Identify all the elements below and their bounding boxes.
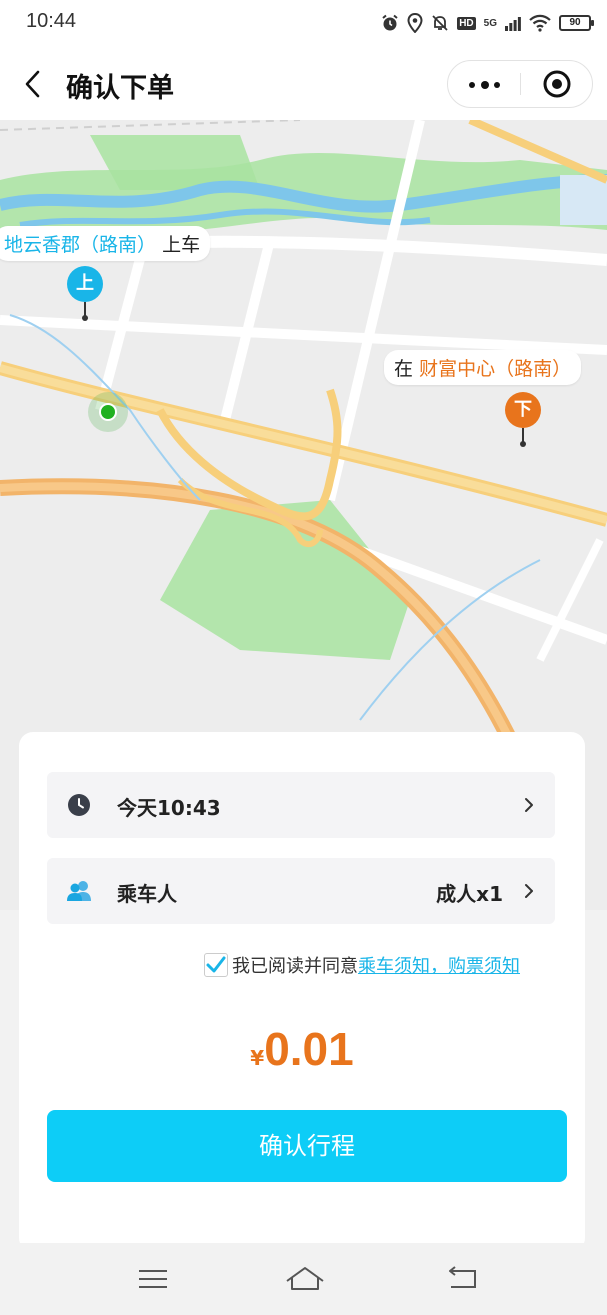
- menu-button[interactable]: [135, 1263, 171, 1295]
- price-symbol: ¥: [250, 1046, 265, 1070]
- drop-label: 在 财富中心（路南）: [384, 350, 582, 385]
- battery-icon: 90: [559, 15, 594, 31]
- nav-bar: 确认下单: [0, 48, 607, 120]
- system-nav-bar: [0, 1243, 607, 1315]
- return-icon: [449, 1266, 476, 1288]
- price: ¥0.01: [19, 1022, 585, 1076]
- more-dots-icon: [469, 82, 475, 88]
- status-icons: HD 5G 90: [381, 10, 594, 36]
- mute-icon: [432, 15, 448, 31]
- agreement: 我已阅读并同意 乘车须知，购票须知: [204, 952, 520, 978]
- terms-link[interactable]: 乘车须知，购票须知: [358, 952, 520, 978]
- mini-program-capsule: [447, 60, 593, 108]
- order-card: 今天10:43 乘车人 成人x1 我已阅读并同意 乘车须知，购票须知 ¥0.01…: [19, 732, 585, 1252]
- hd-icon: HD: [457, 16, 476, 30]
- more-dots-icon: [494, 82, 500, 88]
- passenger-row[interactable]: 乘车人 成人x1: [47, 858, 555, 924]
- current-location-dot: [99, 403, 117, 421]
- page-title: 确认下单: [66, 73, 174, 104]
- chevron-right-icon: [525, 798, 533, 812]
- wifi-icon: [529, 14, 551, 32]
- pickup-label: 地云香郡（路南） 上车: [0, 226, 211, 261]
- chevron-left-icon: [25, 70, 40, 98]
- drop-prefix: 在: [394, 358, 414, 380]
- pickup-pin[interactable]: 上: [67, 266, 103, 302]
- home-button[interactable]: [285, 1263, 324, 1295]
- back-button[interactable]: [20, 68, 48, 100]
- chevron-right-icon: [525, 884, 533, 898]
- home-icon: [286, 1267, 324, 1290]
- menu-icon: [139, 1270, 167, 1288]
- status-time: 10:44: [26, 10, 77, 32]
- more-dots-icon: [481, 81, 489, 89]
- departure-time-row[interactable]: 今天10:43: [47, 772, 555, 838]
- current-location-marker: [88, 392, 128, 432]
- drop-pin[interactable]: 下: [505, 392, 541, 428]
- target-close-icon: [543, 70, 571, 98]
- departure-time: 今天10:43: [117, 796, 221, 820]
- more-button[interactable]: [448, 61, 520, 107]
- price-amount: 0.01: [264, 1023, 354, 1075]
- clock-icon: [68, 794, 90, 816]
- pickup-suffix: 上车: [162, 234, 201, 256]
- passenger-value: 成人x1: [436, 882, 503, 906]
- alarm-icon: [382, 14, 398, 31]
- check-icon: [206, 956, 226, 973]
- location-icon: [407, 13, 423, 33]
- passengers-icon: [67, 881, 91, 901]
- agree-text: 我已阅读并同意: [232, 956, 358, 977]
- status-bar: 10:44 HD 5G 90: [0, 0, 607, 48]
- drop-place: 财富中心（路南）: [419, 358, 572, 380]
- signal-icon: [505, 17, 521, 31]
- back-system-button[interactable]: [445, 1263, 481, 1295]
- pickup-place: 地云香郡（路南）: [4, 234, 157, 256]
- network-type: 5G: [483, 17, 497, 29]
- agree-checkbox[interactable]: [204, 953, 228, 977]
- pickup-pin-foot: [82, 315, 88, 321]
- close-button[interactable]: [521, 61, 593, 107]
- drop-pin-foot: [520, 441, 526, 447]
- confirm-trip-button[interactable]: 确认行程: [47, 1110, 567, 1182]
- passenger-label: 乘车人: [117, 882, 177, 906]
